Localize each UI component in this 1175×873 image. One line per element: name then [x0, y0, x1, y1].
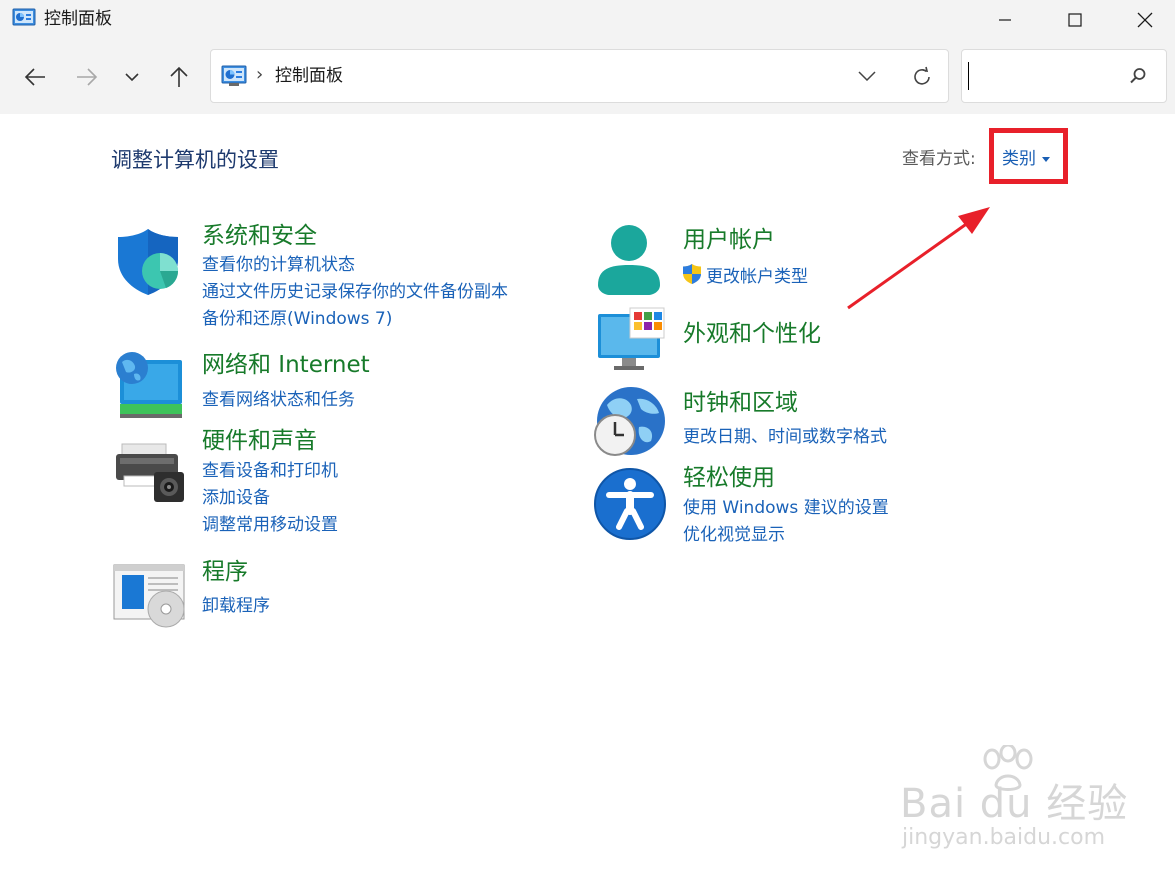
- uac-shield-icon: [683, 264, 701, 284]
- category-title-hardware-sound[interactable]: 硬件和声音: [202, 426, 317, 456]
- minimize-button[interactable]: [970, 0, 1040, 40]
- title-bar: 控制面板: [0, 0, 1175, 40]
- link-backup-restore[interactable]: 备份和还原(Windows 7): [202, 308, 392, 330]
- link-view-computer-status[interactable]: 查看你的计算机状态: [202, 254, 355, 276]
- category-title-clock-region[interactable]: 时钟和区域: [683, 388, 798, 418]
- link-devices-printers[interactable]: 查看设备和打印机: [202, 460, 338, 482]
- category-title-network[interactable]: 网络和 Internet: [202, 350, 370, 380]
- link-change-account-type-text: 更改帐户类型: [706, 267, 808, 287]
- arrow-left-icon: [24, 68, 45, 86]
- up-button[interactable]: [162, 60, 196, 94]
- search-icon[interactable]: [1128, 66, 1148, 86]
- close-icon: [1137, 12, 1153, 28]
- refresh-button[interactable]: [909, 64, 935, 90]
- category-title-system-security[interactable]: 系统和安全: [202, 221, 317, 251]
- address-dropdown-button[interactable]: [855, 66, 879, 86]
- watermark-url: jingyan.baidu.com: [902, 825, 1106, 850]
- breadcrumb-separator: ›: [256, 64, 264, 85]
- link-add-device[interactable]: 添加设备: [202, 487, 270, 509]
- address-bar[interactable]: › 控制面板: [210, 49, 949, 103]
- watermark-brand: Bai du 经验: [900, 781, 1129, 827]
- printer-icon[interactable]: [112, 440, 188, 504]
- control-panel-icon: [12, 8, 36, 26]
- highlight-annotation-box: [989, 128, 1068, 184]
- category-title-appearance[interactable]: 外观和个性化: [683, 319, 821, 349]
- chevron-down-icon: [858, 71, 876, 81]
- maximize-icon: [1068, 13, 1082, 27]
- category-title-ease-of-access[interactable]: 轻松使用: [683, 463, 775, 493]
- recent-locations-button[interactable]: [115, 60, 149, 94]
- view-by-label: 查看方式:: [902, 149, 976, 169]
- minimize-icon: [999, 19, 1011, 21]
- category-title-programs[interactable]: 程序: [202, 557, 248, 587]
- navigation-bar: › 控制面板: [0, 40, 1175, 114]
- link-recommended-settings[interactable]: 使用 Windows 建议的设置: [683, 497, 889, 519]
- control-panel-icon: [221, 65, 247, 86]
- refresh-icon: [914, 66, 930, 85]
- breadcrumb-control-panel[interactable]: 控制面板: [275, 65, 343, 87]
- shield-icon[interactable]: [112, 225, 184, 297]
- accessibility-icon[interactable]: [593, 467, 667, 541]
- monitor-palette-icon[interactable]: [594, 306, 668, 372]
- programs-disc-icon[interactable]: [112, 563, 188, 629]
- chevron-down-icon: [125, 73, 139, 82]
- window-title: 控制面板: [44, 9, 112, 29]
- arrow-right-icon: [77, 68, 98, 86]
- forward-button[interactable]: [70, 60, 104, 94]
- link-file-history-backup[interactable]: 通过文件历史记录保存你的文件备份副本: [202, 281, 508, 303]
- link-mobility-settings[interactable]: 调整常用移动设置: [202, 514, 338, 536]
- link-change-date-time-format[interactable]: 更改日期、时间或数字格式: [683, 426, 887, 448]
- link-network-status[interactable]: 查看网络状态和任务: [202, 389, 355, 411]
- user-icon[interactable]: [594, 223, 664, 297]
- search-input[interactable]: [968, 62, 1118, 90]
- category-title-user-accounts[interactable]: 用户帐户: [683, 225, 775, 255]
- page-title: 调整计算机的设置: [111, 148, 279, 172]
- globe-clock-icon[interactable]: [593, 385, 667, 459]
- arrow-up-icon: [170, 66, 188, 87]
- baidu-watermark: Bai du 经验 jingyan.baidu.com: [900, 745, 1130, 855]
- link-optimize-visual-display[interactable]: 优化视觉显示: [683, 524, 785, 546]
- link-change-account-type[interactable]: 更改帐户类型: [681, 263, 808, 288]
- search-box[interactable]: [961, 49, 1167, 103]
- close-button[interactable]: [1110, 0, 1175, 40]
- link-uninstall-program[interactable]: 卸载程序: [202, 595, 270, 617]
- annotation-arrow-icon: [847, 207, 990, 310]
- back-button[interactable]: [18, 60, 52, 94]
- maximize-button[interactable]: [1040, 0, 1110, 40]
- network-globe-icon[interactable]: [112, 350, 184, 420]
